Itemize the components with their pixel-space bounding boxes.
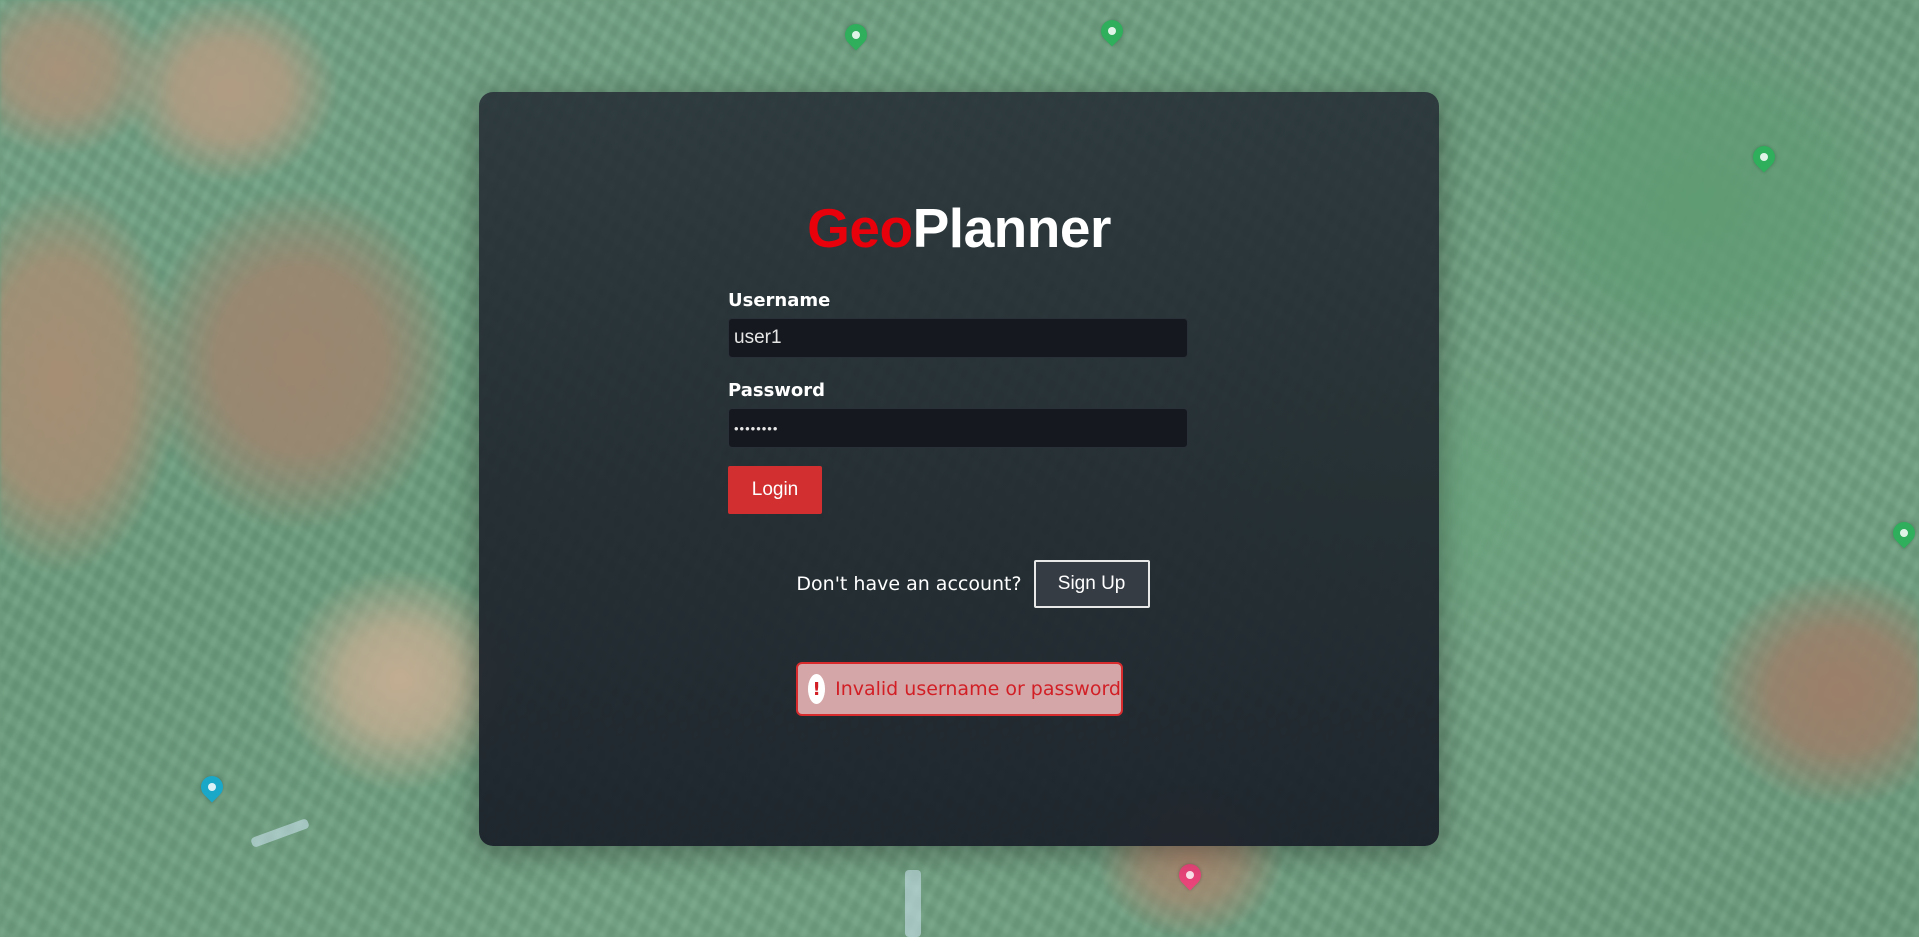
login-button[interactable]: Login xyxy=(728,466,822,514)
signup-button[interactable]: Sign Up xyxy=(1033,560,1150,608)
password-label: Password xyxy=(728,380,826,401)
map-river xyxy=(905,870,921,937)
login-card: GeoPlanner Username Password Login Don't… xyxy=(479,92,1439,846)
signup-row: Don't have an account? Sign Up xyxy=(479,560,1439,608)
error-message: Invalid username or password xyxy=(835,678,1121,700)
signup-prompt: Don't have an account? xyxy=(796,573,1022,595)
login-form: Username Password Login xyxy=(728,290,1188,514)
alert-icon: ! xyxy=(808,674,826,704)
password-input[interactable] xyxy=(728,408,1188,448)
brand-planner: Planner xyxy=(912,197,1112,259)
brand-geo: Geo xyxy=(807,197,913,259)
app-logo-title: GeoPlanner xyxy=(479,196,1439,260)
username-input[interactable] xyxy=(728,318,1188,358)
error-alert: ! Invalid username or password xyxy=(796,662,1123,716)
username-label: Username xyxy=(728,290,831,311)
